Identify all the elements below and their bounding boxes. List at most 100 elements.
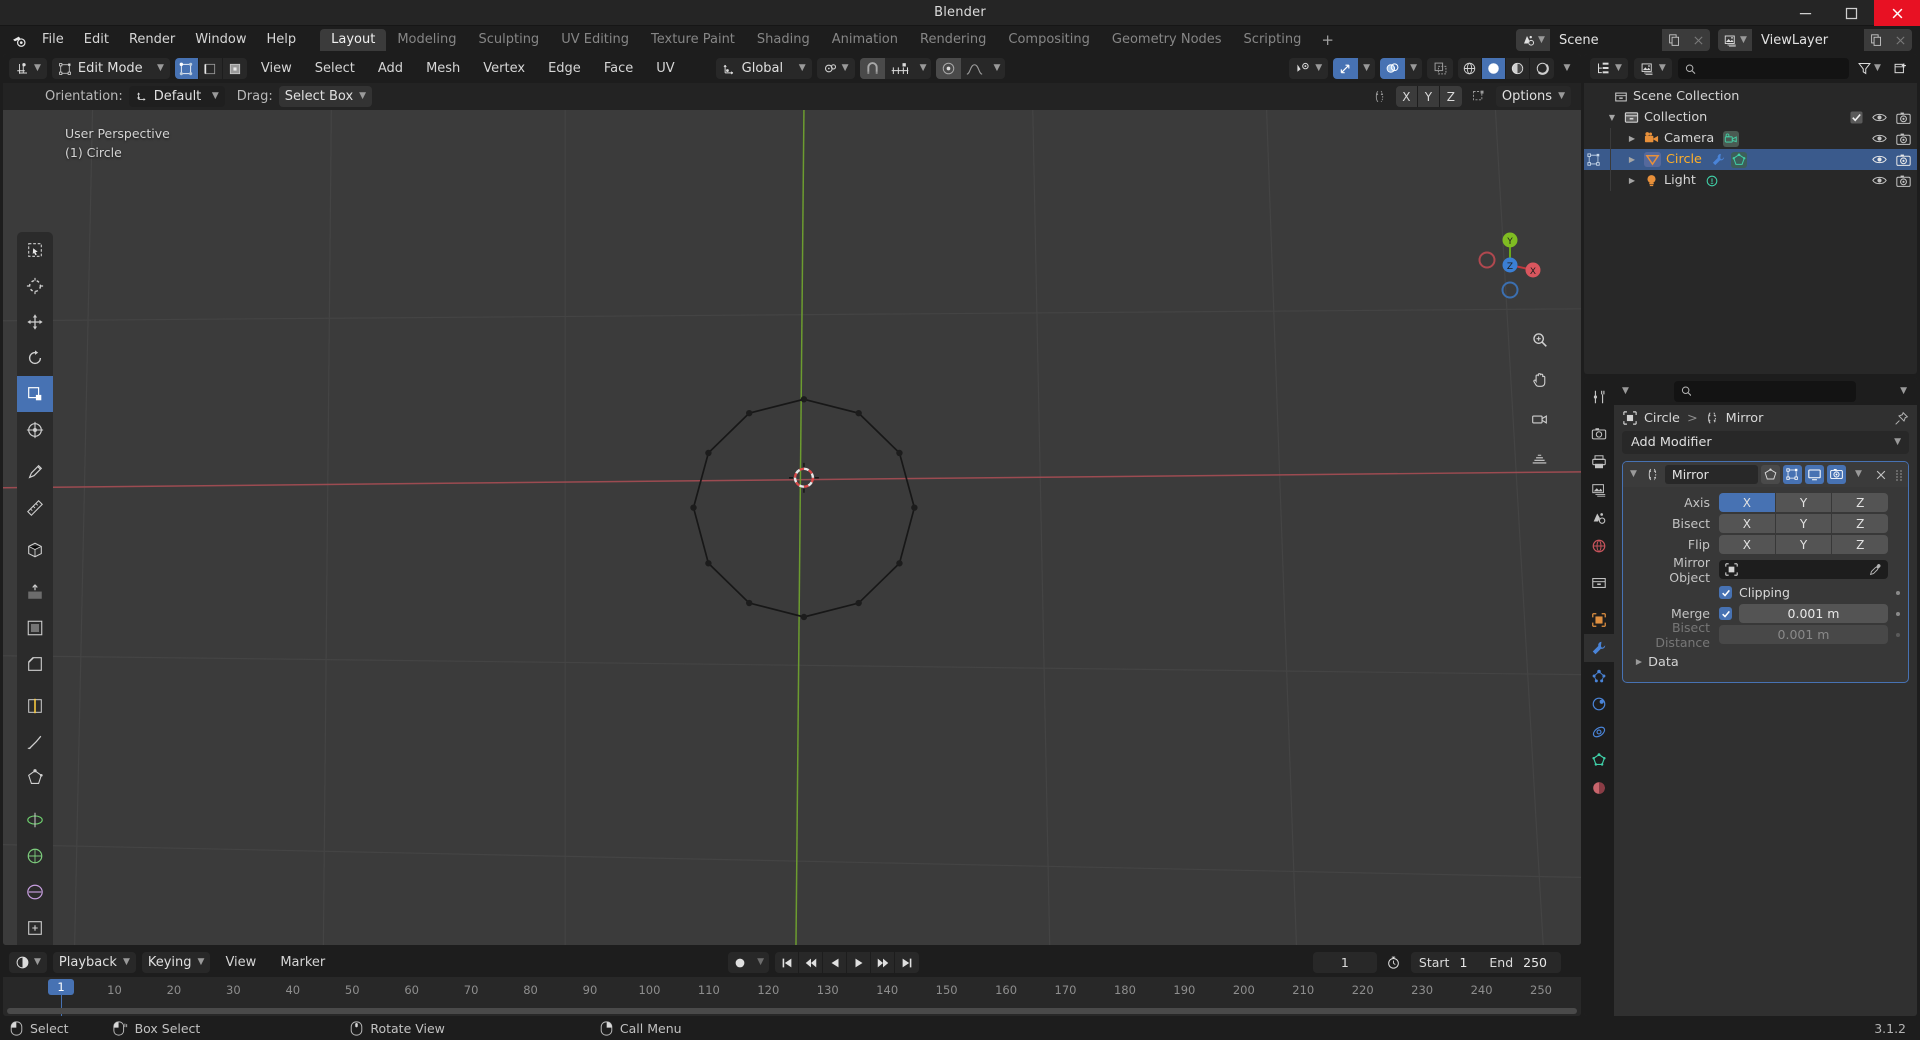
breadcrumb-object-name[interactable]: Circle [1644,411,1680,426]
workspace-tab-sculpting[interactable]: Sculpting [467,29,550,51]
workspace-tab-layout[interactable]: Layout [320,29,387,51]
solid-shading-icon[interactable] [1482,58,1506,79]
expand-camera-icon[interactable]: ▶ [1624,134,1640,143]
data-subpanel-header[interactable]: ▼ Data [1631,651,1900,673]
keying-chevron-icon[interactable]: ▼ [752,952,769,973]
camera-data-icon[interactable] [1723,130,1740,147]
maximize-button[interactable] [1828,0,1874,26]
edit-mode-display-icon[interactable] [1761,465,1780,484]
knife-tool-icon[interactable] [17,724,53,760]
data-tab[interactable] [1584,746,1614,774]
eyedropper-icon[interactable] [1869,563,1882,576]
snap-chevron-icon[interactable]: ▼ [915,58,932,79]
animate-property-dot[interactable] [1896,611,1900,616]
render-tab[interactable] [1584,420,1614,448]
viewport-menu-edge[interactable]: Edge [539,58,590,79]
current-frame-field[interactable]: 1 [1312,952,1377,973]
workspace-tab-shading[interactable]: Shading [746,29,821,51]
options-menu[interactable]: Options ▼ [1495,86,1571,107]
render-display-icon[interactable] [1827,465,1846,484]
close-button[interactable] [1874,0,1920,26]
snap-menu[interactable]: ▼ [816,58,855,79]
camera-render-icon[interactable] [1896,174,1911,188]
new-viewlayer-button[interactable] [1864,29,1888,51]
camera-view-icon[interactable] [1525,405,1553,433]
eye-icon[interactable] [1872,153,1887,166]
rotate-tool-icon[interactable] [17,340,53,376]
bisect-button-y[interactable]: Y [1775,514,1833,533]
animate-property-dot[interactable] [1896,632,1900,637]
menu-file[interactable]: File [32,29,74,51]
add-workspace-button[interactable]: + [1312,30,1343,50]
material-shading-icon[interactable] [1506,58,1530,79]
workspace-tab-uv-editing[interactable]: UV Editing [550,29,640,51]
constraints-tab[interactable] [1584,718,1614,746]
axis-button-x[interactable]: X [1719,493,1776,512]
world-tab[interactable] [1584,532,1614,560]
pan-hand-icon[interactable] [1525,365,1553,393]
axis-button-y[interactable]: Y [1775,493,1833,512]
bisect-button-z[interactable]: Z [1832,514,1888,533]
jump-to-prev-keyframe-button[interactable] [799,952,824,973]
flip-button-y[interactable]: Y [1775,535,1833,554]
viewlayer-selector[interactable]: ▼ ViewLayer [1718,29,1912,51]
close-icon[interactable] [1871,465,1890,484]
bevel-tool-icon[interactable] [17,646,53,682]
wireframe-shading-icon[interactable] [1458,58,1482,79]
outliner-row-circle[interactable]: ▶ Circle [1584,149,1917,170]
frame-range-fields[interactable]: Start 1 End 250 [1410,952,1562,973]
edge-select-icon[interactable] [198,58,223,79]
menu-render[interactable]: Render [119,29,185,51]
object-icon[interactable] [1623,411,1637,425]
remove-viewlayer-button[interactable] [1888,29,1912,51]
viewlayer-name[interactable]: ViewLayer [1752,29,1864,51]
outliner-search-input[interactable] [1700,61,1842,76]
collection-tab[interactable] [1584,569,1614,597]
properties-search-box[interactable] [1673,380,1856,402]
shading-chevron-icon[interactable]: ▼ [1559,58,1575,79]
proportional-edit-icon[interactable] [936,58,962,79]
modifier-name-field[interactable]: Mirror [1664,465,1758,484]
flip-button-x[interactable]: X [1719,535,1776,554]
gizmo-chevron-icon[interactable]: ▼ [1358,58,1375,79]
cursor-tool-icon[interactable] [17,268,53,304]
workspace-tab-compositing[interactable]: Compositing [997,29,1101,51]
camera-render-icon[interactable] [1896,111,1911,125]
on-cage-icon[interactable] [1783,465,1802,484]
transform-tool-icon[interactable] [17,412,53,448]
modifier-wrench-icon[interactable] [1711,152,1726,167]
overlays-icon[interactable] [1380,58,1406,79]
viewport-menu-add[interactable]: Add [369,58,412,79]
viewport-menu-vertex[interactable]: Vertex [474,58,534,79]
axis-button-z[interactable]: Z [1832,493,1888,512]
expand-light-icon[interactable]: ▶ [1624,176,1640,185]
viewport-menu-view[interactable]: View [252,58,301,79]
filter-id-icon[interactable]: ▼ [1633,58,1672,79]
magnet-icon[interactable] [859,58,885,79]
workspace-tab-animation[interactable]: Animation [821,29,909,51]
workspace-tab-scripting[interactable]: Scripting [1233,29,1313,51]
spin-tool-icon[interactable] [17,802,53,838]
viewport-menu-mesh[interactable]: Mesh [417,58,469,79]
tool-orientation-selector[interactable]: Default ▼ [128,86,225,107]
mode-selector[interactable]: Edit Mode ▼ [51,58,170,79]
timeline-editor-icon[interactable]: ▼ [9,952,47,973]
jump-to-end-button[interactable] [895,952,919,973]
outliner-row-collection[interactable]: ▼ Collection [1584,107,1917,128]
workspace-tab-rendering[interactable]: Rendering [909,29,997,51]
unlink-scene-button[interactable] [1686,29,1710,51]
smooth-falloff-icon[interactable] [961,58,988,79]
merge-distance-field[interactable]: 0.001 m [1739,604,1888,623]
mirror-axis-z[interactable]: Z [1439,86,1462,107]
vertex-select-icon[interactable] [174,58,199,79]
physics-tab[interactable] [1584,690,1614,718]
navigation-gizmo[interactable]: Y Z X [1471,226,1549,304]
editor-type-icon[interactable]: ▼ [9,58,47,79]
outliner-search-box[interactable] [1677,58,1849,79]
falloff-chevron-icon[interactable]: ▼ [988,58,1005,79]
new-collection-icon[interactable] [1889,58,1911,79]
bisect-distance-field[interactable]: 0.001 m [1719,625,1888,644]
scene-icon[interactable]: ▼ [1516,29,1550,51]
viewlayer-icon[interactable]: ▼ [1718,29,1752,51]
jump-to-start-button[interactable] [775,952,800,973]
